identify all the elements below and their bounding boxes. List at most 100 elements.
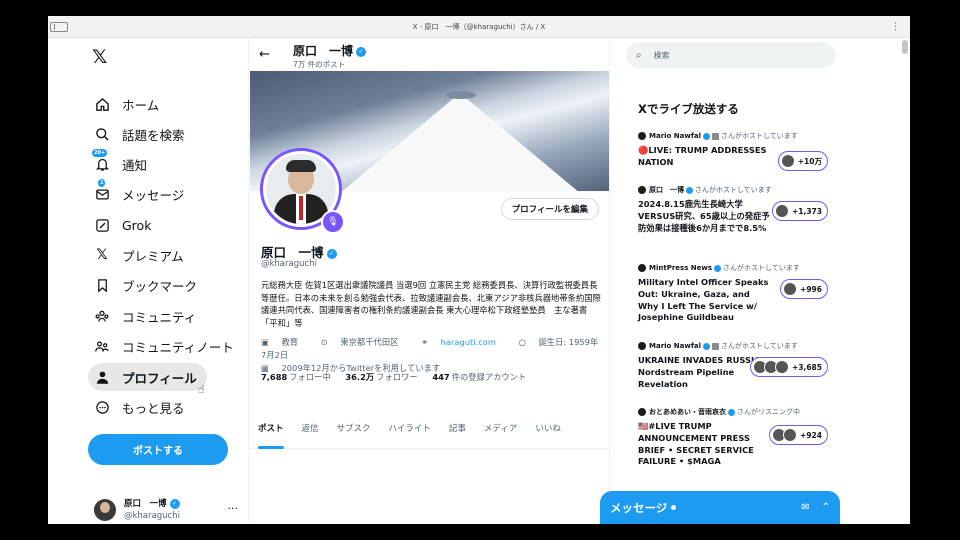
messages-drawer[interactable]: メッセージ ✉ ⌃	[600, 491, 840, 524]
profile-bio: 元総務大臣 佐賀1区選出衆議院議員 当選9回 立憲民主党 総務委員長、決算行政監…	[261, 280, 601, 328]
window-menu-icon[interactable]: ⋮	[891, 16, 900, 38]
tab-likes[interactable]: いいね	[526, 409, 570, 448]
tab-replies[interactable]: 返信	[293, 409, 328, 448]
nav-item-communities[interactable]: コミュニティ	[88, 302, 206, 330]
bell-icon: 20+	[92, 149, 110, 172]
tab-media[interactable]: メディア	[475, 409, 526, 448]
browser-window: X - 原口 一博（@kharaguchi）さん / X ⋮ 𝕏 ホーム 話題を…	[48, 16, 910, 524]
affiliate-icon	[712, 132, 720, 140]
title-bar: X - 原口 一博（@kharaguchi）さん / X ⋮	[48, 16, 910, 38]
nav-item-label: ブックマーク	[122, 278, 198, 294]
notification-badge: 20+	[92, 149, 108, 157]
nav-item-notifications[interactable]: 20+ 通知	[88, 149, 157, 178]
community-notes-icon	[94, 338, 110, 354]
profile-handle: @kharaguchi	[261, 259, 317, 269]
live-space-item[interactable]: Mario Nawfal さんがホストしています 🔴LIVE: TRUMP ADD…	[638, 131, 828, 171]
post-button[interactable]: ポストする	[88, 434, 228, 465]
right-sidebar: ⌕ Xでライブ放送する Mario Nawfalさんがホストしています 🔴LIV…	[622, 38, 862, 524]
nav-item-premium[interactable]: 𝕏 プレミアム	[88, 241, 194, 269]
scrollbar[interactable]	[902, 40, 908, 520]
website-link[interactable]: haraguti.com	[441, 337, 496, 347]
banner-crater	[446, 91, 476, 99]
sidebar-toggle-icon[interactable]	[50, 22, 68, 32]
nav-item-label: プロフィール	[122, 370, 197, 386]
space-host: 原口 一博	[649, 186, 684, 194]
messages-drawer-label: メッセージ	[610, 500, 668, 515]
account-name: 原口 一博	[124, 499, 167, 509]
nav-item-label: Grok	[122, 217, 152, 233]
location: ⊙ 東京都千代田区	[320, 337, 399, 347]
search-input[interactable]	[653, 50, 804, 60]
nav-item-label: プレミアム	[122, 248, 184, 264]
nav-item-label: もっと見る	[122, 400, 185, 416]
balloon-icon: ○	[518, 337, 529, 347]
live-space-item[interactable]: Mario Nawfal さんがホストしています UKRAINE INVADES …	[638, 341, 828, 390]
compose-message-icon[interactable]: ✉	[801, 502, 809, 513]
location-pin-icon: ⊙	[320, 337, 331, 347]
verified-icon: ✓	[356, 46, 367, 57]
live-space-item[interactable]: 原口 一博 さんがホストしています 2024.8.15鹿先生長崎大学VERSUS研…	[638, 185, 828, 234]
nav-item-profile[interactable]: プロフィール	[88, 363, 207, 391]
nav-item-label: メッセージ	[122, 187, 185, 203]
back-arrow-icon[interactable]: ←	[259, 47, 270, 62]
tab-highlights[interactable]: ハイライト	[380, 409, 440, 448]
search-box[interactable]: ⌕	[626, 42, 836, 68]
nav-item-messages[interactable]: 1 メッセージ	[88, 179, 194, 208]
space-title: 🇺🇸#LIVE TRUMP ANNOUNCEMENT PRESS BRIEF •…	[638, 421, 754, 467]
microphone-icon[interactable]: 🎙	[321, 210, 345, 234]
nav-item-label: 通知	[122, 157, 148, 173]
space-title: Military Intel Officer Speaks Out: Ukrai…	[638, 277, 769, 323]
verified-icon	[686, 186, 693, 194]
nav-item-community-notes[interactable]: コミュニティノート	[88, 332, 244, 360]
x-logo-icon[interactable]: 𝕏	[92, 46, 107, 68]
search-icon	[94, 126, 110, 142]
listener-count-pill[interactable]: +996	[780, 279, 828, 299]
category: ▣ 教育	[261, 337, 299, 347]
profile-meta: ▣ 教育 ⊙ 東京都千代田区 ⚭ haraguti.com ○ 誕生日: 195…	[261, 336, 601, 375]
expand-up-icon[interactable]: ⌃	[822, 502, 830, 513]
nav-item-home[interactable]: ホーム	[88, 90, 169, 118]
live-space-item[interactable]: MintPress News さんがホストしています Military Intel…	[638, 263, 828, 324]
banner-mountain	[340, 93, 580, 191]
verified-icon	[703, 132, 711, 140]
account-switcher[interactable]: 原口 一博 ✓ @kharaguchi ···	[94, 498, 238, 522]
verified-icon: ✓	[169, 498, 180, 509]
home-icon	[94, 96, 110, 112]
edit-profile-button[interactable]: プロフィールを編集	[500, 198, 599, 220]
verified-icon: ✓	[326, 248, 337, 259]
space-host: Mario Nawfal	[649, 132, 702, 140]
tab-articles[interactable]: 記事	[440, 409, 475, 448]
more-dots-icon[interactable]: ···	[228, 502, 239, 515]
envelope-icon: 1	[94, 179, 110, 202]
account-handle: @kharaguchi	[124, 511, 180, 521]
listener-count-pill[interactable]: +10万	[777, 151, 828, 171]
bookmark-icon	[94, 277, 110, 293]
following-link[interactable]: 7,688 フォロー中	[261, 372, 331, 382]
tab-posts[interactable]: ポスト	[249, 409, 293, 449]
unread-dot	[671, 505, 677, 510]
nav-item-bookmarks[interactable]: ブックマーク	[88, 271, 207, 299]
nav-item-grok[interactable]: Grok	[88, 211, 161, 239]
listener-count-pill[interactable]: +924	[769, 425, 828, 445]
live-space-item[interactable]: おとあめあい・音雨哀衣 さんがリスニング中 🇺🇸#LIVE TRUMP ANNOU…	[638, 407, 828, 468]
space-host: おとあめあい・音雨哀衣	[649, 408, 726, 416]
profile-name: 原口 一博	[261, 245, 324, 260]
nav-item-label: 話題を検索	[122, 127, 185, 143]
space-title: 2024.8.15鹿先生長崎大学VERSUS研究、65歳以上の発症予防効果は接種…	[638, 199, 770, 233]
subscribed-link[interactable]: 447 件の登録アカウント	[432, 372, 526, 382]
followers-link[interactable]: 36.2万 フォロワー	[345, 372, 417, 382]
more-circle-icon	[94, 399, 110, 415]
space-title: UKRAINE INVADES RUSSIA | Nordstream Pipe…	[638, 355, 767, 389]
nav-item-label: ホーム	[122, 97, 160, 113]
post-count: 7万 件のポスト	[293, 60, 346, 69]
verified-icon	[703, 342, 711, 350]
affiliate-icon	[712, 342, 720, 350]
listener-count-pill[interactable]: +3,685	[749, 357, 828, 377]
website: ⚭ haraguti.com	[421, 337, 506, 347]
listener-count-pill[interactable]: +1,373	[771, 201, 828, 221]
nav-item-explore[interactable]: 話題を検索	[88, 120, 195, 148]
x-icon: 𝕏	[96, 247, 108, 263]
link-icon: ⚭	[421, 337, 431, 347]
nav-item-more[interactable]: もっと見る	[88, 393, 195, 421]
tab-subscriptions[interactable]: サブスク	[328, 409, 380, 448]
